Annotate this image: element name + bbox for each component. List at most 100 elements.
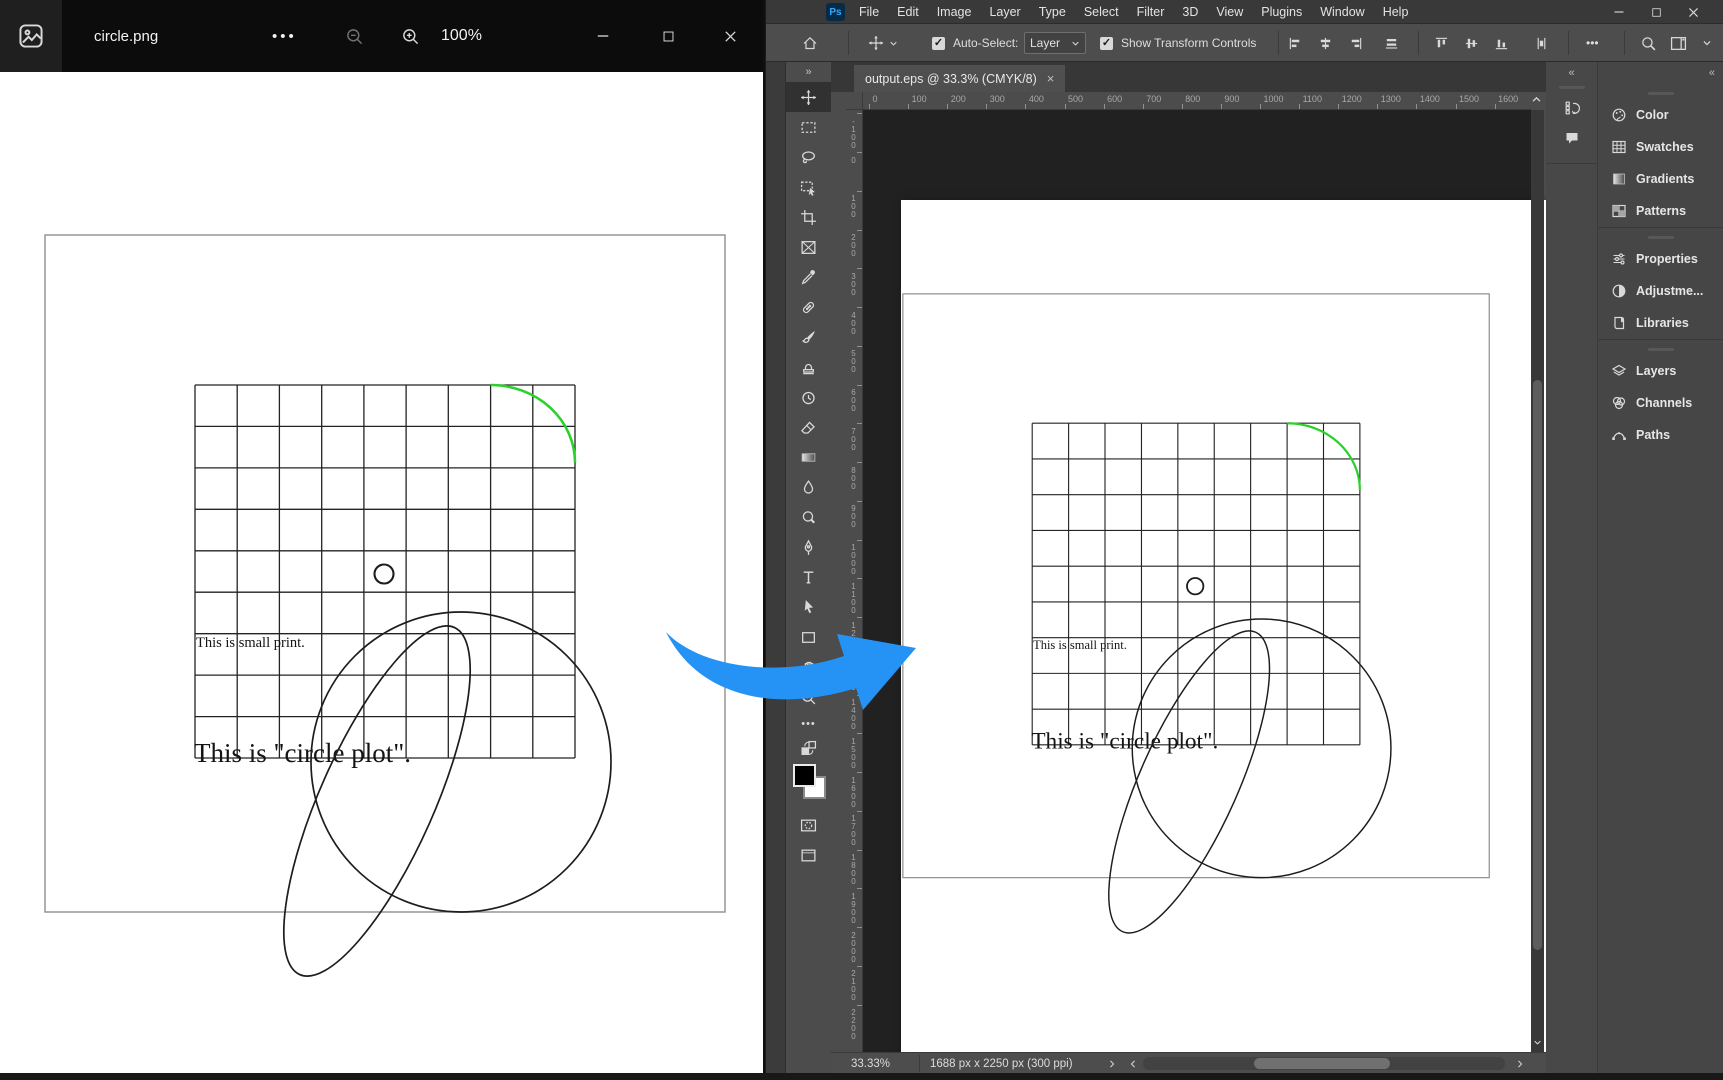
- tool-healing-brush[interactable]: [786, 292, 831, 322]
- foreground-background-colors[interactable]: [786, 760, 831, 810]
- tool-lasso[interactable]: [786, 142, 831, 172]
- panel-tab-color[interactable]: Color: [1598, 99, 1723, 131]
- horizontal-scrollbar-thumb[interactable]: [1254, 1058, 1390, 1069]
- vertical-scrollbar[interactable]: [1531, 110, 1544, 1052]
- tool-eyedropper[interactable]: [786, 262, 831, 292]
- panel-tab-properties[interactable]: Properties: [1598, 243, 1723, 275]
- panel-tab-channels[interactable]: Channels: [1598, 387, 1723, 419]
- panel-tab-swatches[interactable]: Swatches: [1598, 131, 1723, 163]
- viewer-close-button[interactable]: [708, 0, 752, 72]
- status-zoom-level[interactable]: 33.33%: [851, 1053, 890, 1074]
- status-info-chevron[interactable]: [1107, 1053, 1117, 1074]
- panel-tab-patterns[interactable]: Patterns: [1598, 195, 1723, 227]
- move-tool-preset[interactable]: [868, 24, 898, 62]
- menu-image[interactable]: Image: [928, 0, 981, 24]
- vertical-scrollbar-thumb[interactable]: [1533, 380, 1542, 950]
- workspace-switcher-button[interactable]: [1670, 24, 1687, 62]
- viewer-more-button[interactable]: •••: [272, 0, 297, 72]
- home-button[interactable]: [802, 24, 818, 62]
- ruler-collapse-button[interactable]: [1531, 94, 1542, 105]
- workspace-chevron[interactable]: [1702, 24, 1712, 62]
- target-value: Layer: [1030, 36, 1060, 50]
- viewer-maximize-button[interactable]: [646, 0, 690, 72]
- ruler-label: 1200: [1342, 94, 1362, 104]
- close-icon: [723, 29, 738, 44]
- auto-select-checkbox[interactable]: ✓: [932, 24, 945, 62]
- tool-dodge[interactable]: [786, 502, 831, 532]
- tool-frame[interactable]: [786, 232, 831, 262]
- show-transform-label: Show Transform Controls: [1121, 24, 1256, 62]
- menu-window[interactable]: Window: [1311, 0, 1373, 24]
- tool-move[interactable]: [786, 82, 831, 112]
- options-more-button[interactable]: •••: [1586, 24, 1599, 62]
- align-bottom-button[interactable]: [1494, 24, 1509, 62]
- panel-label: Paths: [1636, 428, 1670, 442]
- align-left-button[interactable]: [1288, 24, 1303, 62]
- menu-3d[interactable]: 3D: [1173, 0, 1207, 24]
- menu-select[interactable]: Select: [1075, 0, 1128, 24]
- photos-app-icon[interactable]: [0, 0, 62, 72]
- tool-brush[interactable]: [786, 322, 831, 352]
- tool-gradient[interactable]: [786, 442, 831, 472]
- dock-collapse-button[interactable]: «: [1546, 62, 1597, 84]
- menu-filter[interactable]: Filter: [1128, 0, 1174, 24]
- tab-close-button[interactable]: ×: [1047, 71, 1055, 86]
- viewer-zoom-level[interactable]: 100%: [441, 0, 482, 72]
- viewer-minimize-button[interactable]: [581, 0, 625, 72]
- quick-mask-button[interactable]: [786, 810, 831, 840]
- menu-layer[interactable]: Layer: [980, 0, 1029, 24]
- distribute-vertical-button[interactable]: [1534, 24, 1549, 62]
- ruler-label: 500: [849, 349, 858, 373]
- panel-tab-libraries[interactable]: Libraries: [1598, 307, 1723, 339]
- panel-icon-comments[interactable]: [1546, 123, 1598, 153]
- tool-object-selection[interactable]: [786, 172, 831, 202]
- align-middle-button[interactable]: [1464, 24, 1479, 62]
- ruler-label: 500: [1068, 94, 1083, 104]
- menu-edit[interactable]: Edit: [888, 0, 928, 24]
- h-scroll-left-arrow[interactable]: [1128, 1053, 1138, 1074]
- panel-tab-layers[interactable]: Layers: [1598, 355, 1723, 387]
- ps-maximize-button[interactable]: [1641, 0, 1671, 24]
- search-button[interactable]: [1640, 24, 1657, 62]
- align-center-button[interactable]: [1318, 24, 1333, 62]
- tool-history-brush[interactable]: [786, 382, 831, 412]
- tool-marquee[interactable]: [786, 112, 831, 142]
- menu-type[interactable]: Type: [1030, 0, 1075, 24]
- align-middle-icon: [1464, 36, 1479, 51]
- h-scroll-right-arrow[interactable]: [1515, 1053, 1525, 1074]
- show-transform-checkbox[interactable]: ✓: [1100, 24, 1113, 62]
- panel-tab-gradients[interactable]: Gradients: [1598, 163, 1723, 195]
- menu-help[interactable]: Help: [1374, 0, 1418, 24]
- scrollbar-chevron[interactable]: [1533, 1038, 1542, 1047]
- menu-file[interactable]: File: [850, 0, 888, 24]
- viewer-titlebar: circle.png ••• 100%: [0, 0, 763, 72]
- zoom-in-button[interactable]: [392, 0, 428, 72]
- auto-select-target-select[interactable]: Layer: [1024, 24, 1086, 62]
- menu-plugins[interactable]: Plugins: [1252, 0, 1311, 24]
- tool-crop[interactable]: [786, 202, 831, 232]
- screen-mode-button[interactable]: [786, 840, 831, 870]
- tool-clone-stamp[interactable]: [786, 352, 831, 382]
- horizontal-scrollbar[interactable]: [1143, 1057, 1505, 1070]
- dock-collapse-button[interactable]: «: [1598, 62, 1723, 84]
- ps-minimize-button[interactable]: [1604, 0, 1634, 24]
- panel-tab-adjustme[interactable]: Adjustme...: [1598, 275, 1723, 307]
- photoshop-logo: Ps: [826, 3, 845, 21]
- horizontal-ruler: 0100200300400500600700800900100011001200…: [863, 92, 1531, 110]
- foreground-color-swatch[interactable]: [793, 764, 816, 787]
- conversion-arrow: [640, 578, 940, 748]
- ps-close-button[interactable]: [1678, 0, 1708, 24]
- status-doc-info[interactable]: 1688 px x 2250 px (300 ppi): [930, 1053, 1073, 1074]
- panel-tab-paths[interactable]: Paths: [1598, 419, 1723, 451]
- align-right-button[interactable]: [1348, 24, 1363, 62]
- document-tab[interactable]: output.eps @ 33.3% (CMYK/8) ×: [854, 65, 1065, 92]
- toolbar-expand-button[interactable]: »: [786, 62, 831, 82]
- distribute-horizontal-button[interactable]: [1384, 24, 1399, 62]
- align-top-button[interactable]: [1434, 24, 1449, 62]
- panel-icon-history[interactable]: [1546, 93, 1598, 123]
- tool-pen[interactable]: [786, 532, 831, 562]
- tool-blur[interactable]: [786, 472, 831, 502]
- zoom-out-button[interactable]: [336, 0, 372, 72]
- tool-eraser[interactable]: [786, 412, 831, 442]
- menu-view[interactable]: View: [1207, 0, 1252, 24]
